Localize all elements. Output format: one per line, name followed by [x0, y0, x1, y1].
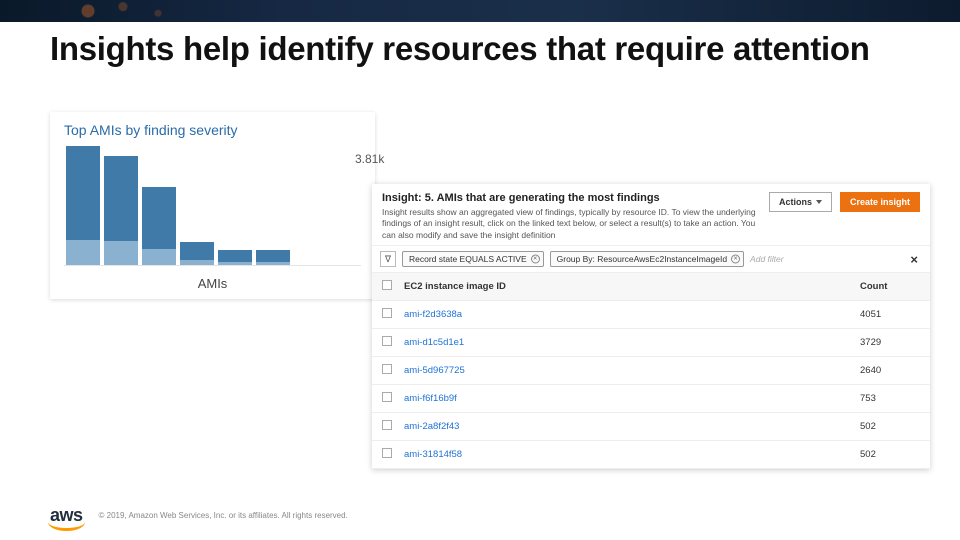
actions-button[interactable]: Actions [769, 192, 832, 212]
row-count: 502 [860, 449, 920, 460]
remove-filter-icon[interactable]: × [731, 255, 740, 264]
insight-panel: Insight: 5. AMIs that are generating the… [372, 184, 930, 469]
bar-3 [142, 187, 176, 265]
chart-card: Top AMIs by finding severity AMIs [50, 112, 375, 299]
bar-segment-top [180, 242, 214, 260]
create-insight-button[interactable]: Create insight [840, 192, 920, 212]
bar-segment-top [256, 250, 290, 262]
results-table: EC2 instance image ID Count ami-f2d3638a… [372, 273, 930, 469]
row-count: 4051 [860, 309, 920, 320]
bar-segment-top [66, 146, 100, 240]
filter-bar: ∇ Record state EQUALS ACTIVE × Group By:… [372, 245, 930, 273]
ami-link[interactable]: ami-f2d3638a [404, 309, 462, 320]
bar-segment-bottom [256, 262, 290, 265]
row-checkbox[interactable] [382, 392, 392, 402]
bar-2 [104, 156, 138, 265]
bar-1 [66, 146, 100, 265]
select-all-checkbox[interactable] [382, 280, 392, 290]
bar-segment-top [104, 156, 138, 241]
bar-segment-top [218, 250, 252, 262]
row-checkbox[interactable] [382, 448, 392, 458]
filter-icon[interactable]: ∇ [380, 251, 396, 267]
bar-6 [256, 250, 290, 265]
table-row: ami-31814f58 502 [372, 441, 930, 469]
aws-logo: aws [50, 505, 83, 526]
ami-link[interactable]: ami-2a8f2f43 [404, 421, 459, 432]
row-count: 3729 [860, 337, 920, 348]
create-insight-label: Create insight [850, 197, 910, 207]
bar-segment-bottom [218, 262, 252, 265]
copyright-text: © 2019, Amazon Web Services, Inc. or its… [99, 511, 348, 520]
slide-footer: aws © 2019, Amazon Web Services, Inc. or… [50, 505, 348, 526]
bar-segment-bottom [66, 240, 100, 265]
filter-chip-label: Group By: ResourceAwsEc2InstanceImageId [557, 254, 727, 264]
bar-segment-bottom [180, 260, 214, 265]
column-header-count: Count [860, 281, 920, 292]
table-row: ami-2a8f2f43 502 [372, 413, 930, 441]
slide-title: Insights help identify resources that re… [0, 22, 960, 69]
column-header-id: EC2 instance image ID [404, 281, 860, 292]
row-checkbox[interactable] [382, 420, 392, 430]
insight-header: Insight: 5. AMIs that are generating the… [372, 184, 930, 245]
chart-title: Top AMIs by finding severity [64, 122, 361, 138]
row-count: 2640 [860, 365, 920, 376]
bar-5 [218, 250, 252, 265]
row-count: 502 [860, 421, 920, 432]
filter-chip-record-state[interactable]: Record state EQUALS ACTIVE × [402, 251, 544, 267]
ami-link[interactable]: ami-5d967725 [404, 365, 465, 376]
bar-4 [180, 242, 214, 265]
bar-segment-top [142, 187, 176, 249]
row-checkbox[interactable] [382, 336, 392, 346]
bar-segment-bottom [142, 249, 176, 265]
add-filter-input[interactable]: Add filter [750, 254, 784, 264]
chart-x-axis-label: AMIs [64, 276, 361, 291]
table-row: ami-f6f16b9f 753 [372, 385, 930, 413]
filter-chip-label: Record state EQUALS ACTIVE [409, 254, 527, 264]
insight-description: Insight results show an aggregated view … [382, 207, 761, 241]
bar-segment-bottom [104, 241, 138, 265]
row-checkbox[interactable] [382, 364, 392, 374]
chart-callout-value: 3.81k [355, 152, 384, 166]
actions-button-label: Actions [779, 197, 812, 207]
decorative-top-stripe [0, 0, 960, 22]
ami-link[interactable]: ami-d1c5d1e1 [404, 337, 464, 348]
ami-link[interactable]: ami-f6f16b9f [404, 393, 457, 404]
clear-filters-icon[interactable]: × [906, 252, 922, 267]
row-checkbox[interactable] [382, 308, 392, 318]
bar-chart [64, 146, 361, 266]
remove-filter-icon[interactable]: × [531, 255, 540, 264]
table-row: ami-d1c5d1e1 3729 [372, 329, 930, 357]
table-row: ami-f2d3638a 4051 [372, 301, 930, 329]
insight-title: Insight: 5. AMIs that are generating the… [382, 192, 761, 204]
filter-chip-group-by[interactable]: Group By: ResourceAwsEc2InstanceImageId … [550, 251, 744, 267]
row-count: 753 [860, 393, 920, 404]
chevron-down-icon [816, 200, 822, 204]
ami-link[interactable]: ami-31814f58 [404, 449, 462, 460]
table-header: EC2 instance image ID Count [372, 273, 930, 301]
table-row: ami-5d967725 2640 [372, 357, 930, 385]
